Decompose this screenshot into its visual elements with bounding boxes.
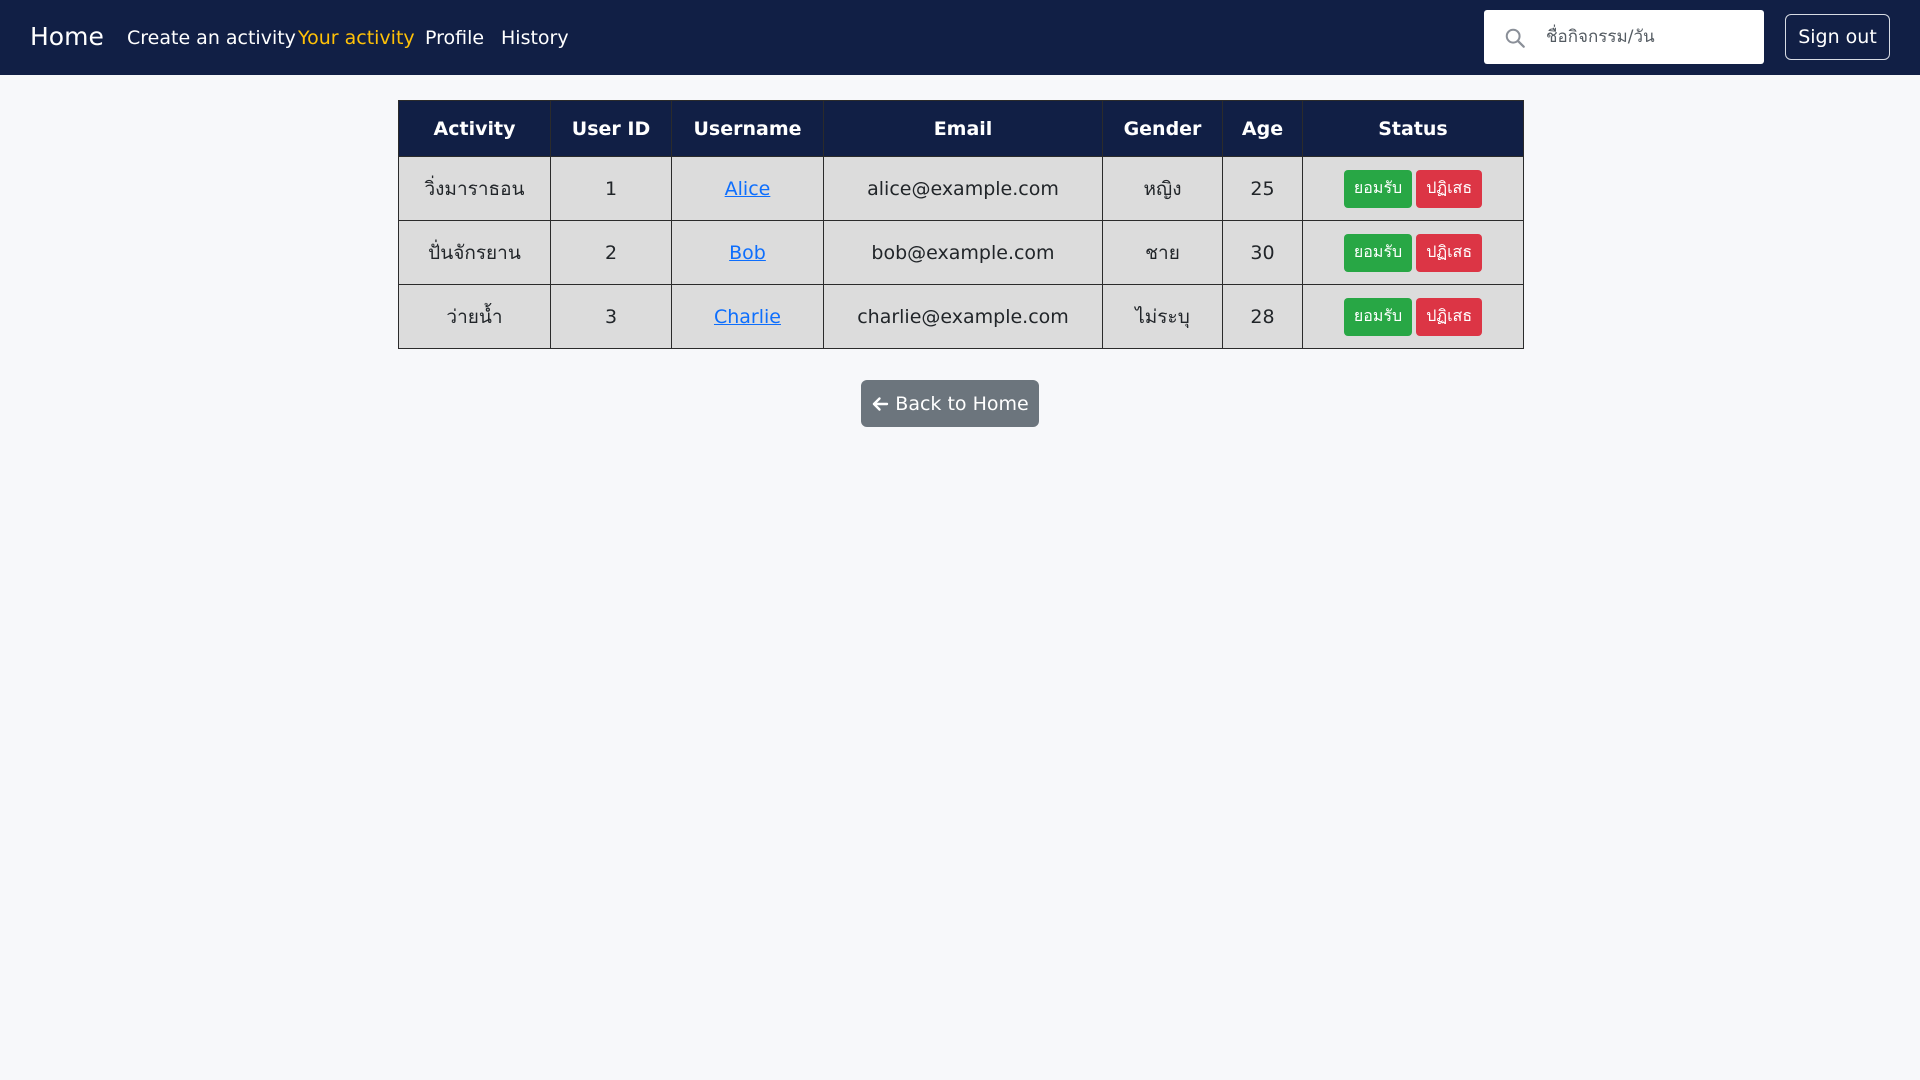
column-header-email: Email [823,100,1103,157]
search-input[interactable] [1546,22,1751,52]
table-header-row: Activity User ID Username Email Gender A… [398,100,1524,157]
status-cell: ยอมรับ ปฏิเสธ [1302,284,1524,349]
nav-link-profile[interactable]: Profile [425,27,484,49]
search-box [1484,10,1764,64]
age-cell: 30 [1222,220,1303,285]
search-icon [1505,28,1525,48]
activity-cell: วิ่งมาราธอน [398,156,551,221]
nav-link-create-activity[interactable]: Create an activity [127,27,296,49]
accept-button[interactable]: ยอมรับ [1343,233,1413,272]
age-cell: 25 [1222,156,1303,221]
gender-cell: หญิง [1102,156,1223,221]
user-id-cell: 2 [550,220,672,285]
username-link[interactable]: Alice [725,178,771,200]
column-header-username: Username [671,100,824,157]
username-link[interactable]: Charlie [714,306,781,328]
column-header-gender: Gender [1102,100,1223,157]
activity-cell: ว่ายน้ำ [398,284,551,349]
email-cell: bob@example.com [823,220,1103,285]
status-cell: ยอมรับ ปฏิเสธ [1302,220,1524,285]
back-to-home-label: Back to Home [895,392,1029,415]
arrow-left-icon [873,396,889,411]
email-cell: charlie@example.com [823,284,1103,349]
column-header-activity: Activity [398,100,551,157]
table-row: ว่ายน้ำ 3 Charlie charlie@example.com ไม… [398,284,1524,349]
username-cell: Alice [671,156,824,221]
age-cell: 28 [1222,284,1303,349]
back-to-home-button[interactable]: Back to Home [861,380,1039,427]
status-cell: ยอมรับ ปฏิเสธ [1302,156,1524,221]
username-link[interactable]: Bob [729,242,766,264]
username-cell: Bob [671,220,824,285]
reject-button[interactable]: ปฏิเสธ [1416,169,1483,208]
column-header-user-id: User ID [550,100,672,157]
sign-out-button[interactable]: Sign out [1785,14,1890,60]
table-row: วิ่งมาราธอน 1 Alice alice@example.com หญ… [398,156,1524,221]
email-cell: alice@example.com [823,156,1103,221]
home-brand-link[interactable]: Home [30,22,104,51]
column-header-age: Age [1222,100,1303,157]
gender-cell: ชาย [1102,220,1223,285]
reject-button[interactable]: ปฏิเสธ [1416,297,1483,336]
activity-cell: ปั่นจักรยาน [398,220,551,285]
column-header-status: Status [1302,100,1524,157]
reject-button[interactable]: ปฏิเสธ [1416,233,1483,272]
activity-requests-table: Activity User ID Username Email Gender A… [398,100,1524,349]
user-id-cell: 1 [550,156,672,221]
navbar: Home Create an activity Your activity Pr… [0,0,1920,75]
table-row: ปั่นจักรยาน 2 Bob bob@example.com ชาย 30… [398,220,1524,285]
nav-link-your-activity[interactable]: Your activity [298,27,415,49]
accept-button[interactable]: ยอมรับ [1343,169,1413,208]
accept-button[interactable]: ยอมรับ [1343,297,1413,336]
user-id-cell: 3 [550,284,672,349]
nav-link-history[interactable]: History [501,27,569,49]
gender-cell: ไม่ระบุ [1102,284,1223,349]
username-cell: Charlie [671,284,824,349]
